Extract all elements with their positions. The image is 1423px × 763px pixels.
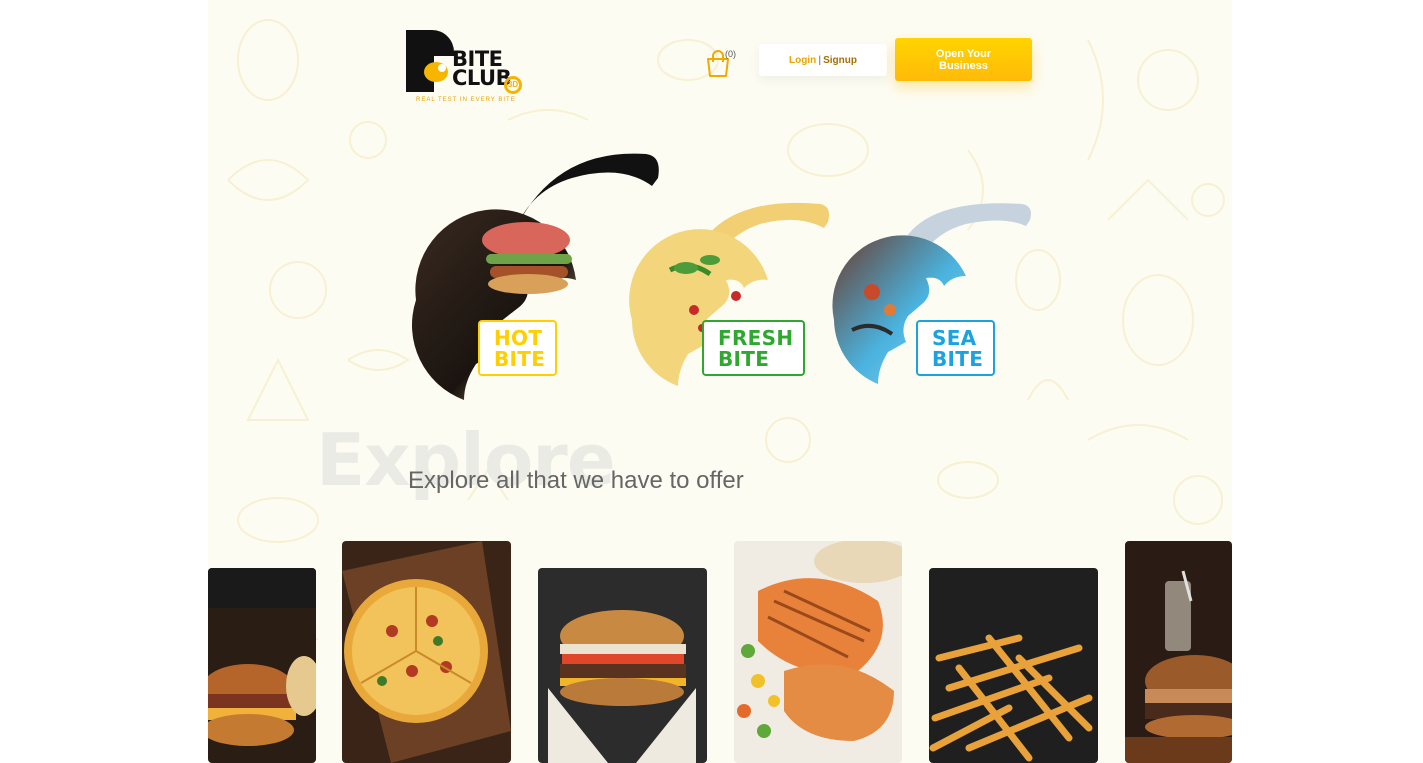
french-fries-image bbox=[929, 568, 1098, 763]
fresh-bite-line2: BITE bbox=[718, 347, 770, 371]
logo-tagline: REAL TEST IN EVERY BITE bbox=[416, 97, 516, 103]
explore-subtitle: Explore all that we have to offer bbox=[408, 467, 744, 494]
category-fresh-bite[interactable]: FRESH BITE bbox=[629, 200, 840, 400]
login-link[interactable]: Login bbox=[789, 55, 816, 66]
fresh-bite-label: FRESH BITE bbox=[702, 320, 806, 376]
logo-wordmark: BITE CLUB bbox=[452, 49, 512, 90]
fresh-bite-line1: FRESH bbox=[718, 326, 794, 350]
open-your-business-button[interactable]: Open Your Business bbox=[895, 38, 1032, 81]
category-hot-bite[interactable]: HOT BITE bbox=[406, 150, 666, 400]
page-container: BITE CLUB 3D REAL TEST IN EVERY BITE (0)… bbox=[208, 0, 1232, 763]
food-card-french-fries[interactable] bbox=[929, 568, 1098, 763]
logo-word-line2: CLUB bbox=[452, 66, 512, 90]
food-card-burger-drink[interactable] bbox=[1125, 541, 1232, 763]
logo-mark-icon bbox=[406, 30, 454, 92]
cart-count-badge: (0) bbox=[725, 49, 736, 59]
food-card-burger-bacon[interactable] bbox=[208, 568, 316, 763]
grilled-chicken-image bbox=[734, 541, 902, 763]
signup-link[interactable]: Signup bbox=[823, 55, 857, 66]
sea-bite-line1: SEA bbox=[932, 326, 977, 350]
burger-bacon-image bbox=[208, 568, 316, 763]
pizza-image bbox=[342, 541, 511, 763]
burger-image bbox=[538, 568, 707, 763]
hot-bite-line2: BITE bbox=[494, 347, 546, 371]
auth-links: Login | Signup bbox=[759, 44, 887, 76]
hot-bite-line1: HOT bbox=[494, 326, 543, 350]
auth-separator: | bbox=[818, 54, 822, 66]
sea-bite-label: SEA BITE bbox=[916, 320, 996, 376]
logo-3d-badge: 3D bbox=[504, 76, 522, 94]
bite-club-logo[interactable]: BITE CLUB 3D REAL TEST IN EVERY BITE bbox=[406, 30, 526, 110]
hot-bite-label: HOT BITE bbox=[478, 320, 558, 376]
category-sea-bite[interactable]: SEA BITE bbox=[832, 200, 1032, 400]
food-card-pizza[interactable] bbox=[342, 541, 511, 763]
burger-drink-image bbox=[1125, 541, 1232, 763]
food-card-burger[interactable] bbox=[538, 568, 707, 763]
food-card-grilled-chicken[interactable] bbox=[734, 541, 902, 763]
sea-bite-line2: BITE bbox=[932, 347, 984, 371]
